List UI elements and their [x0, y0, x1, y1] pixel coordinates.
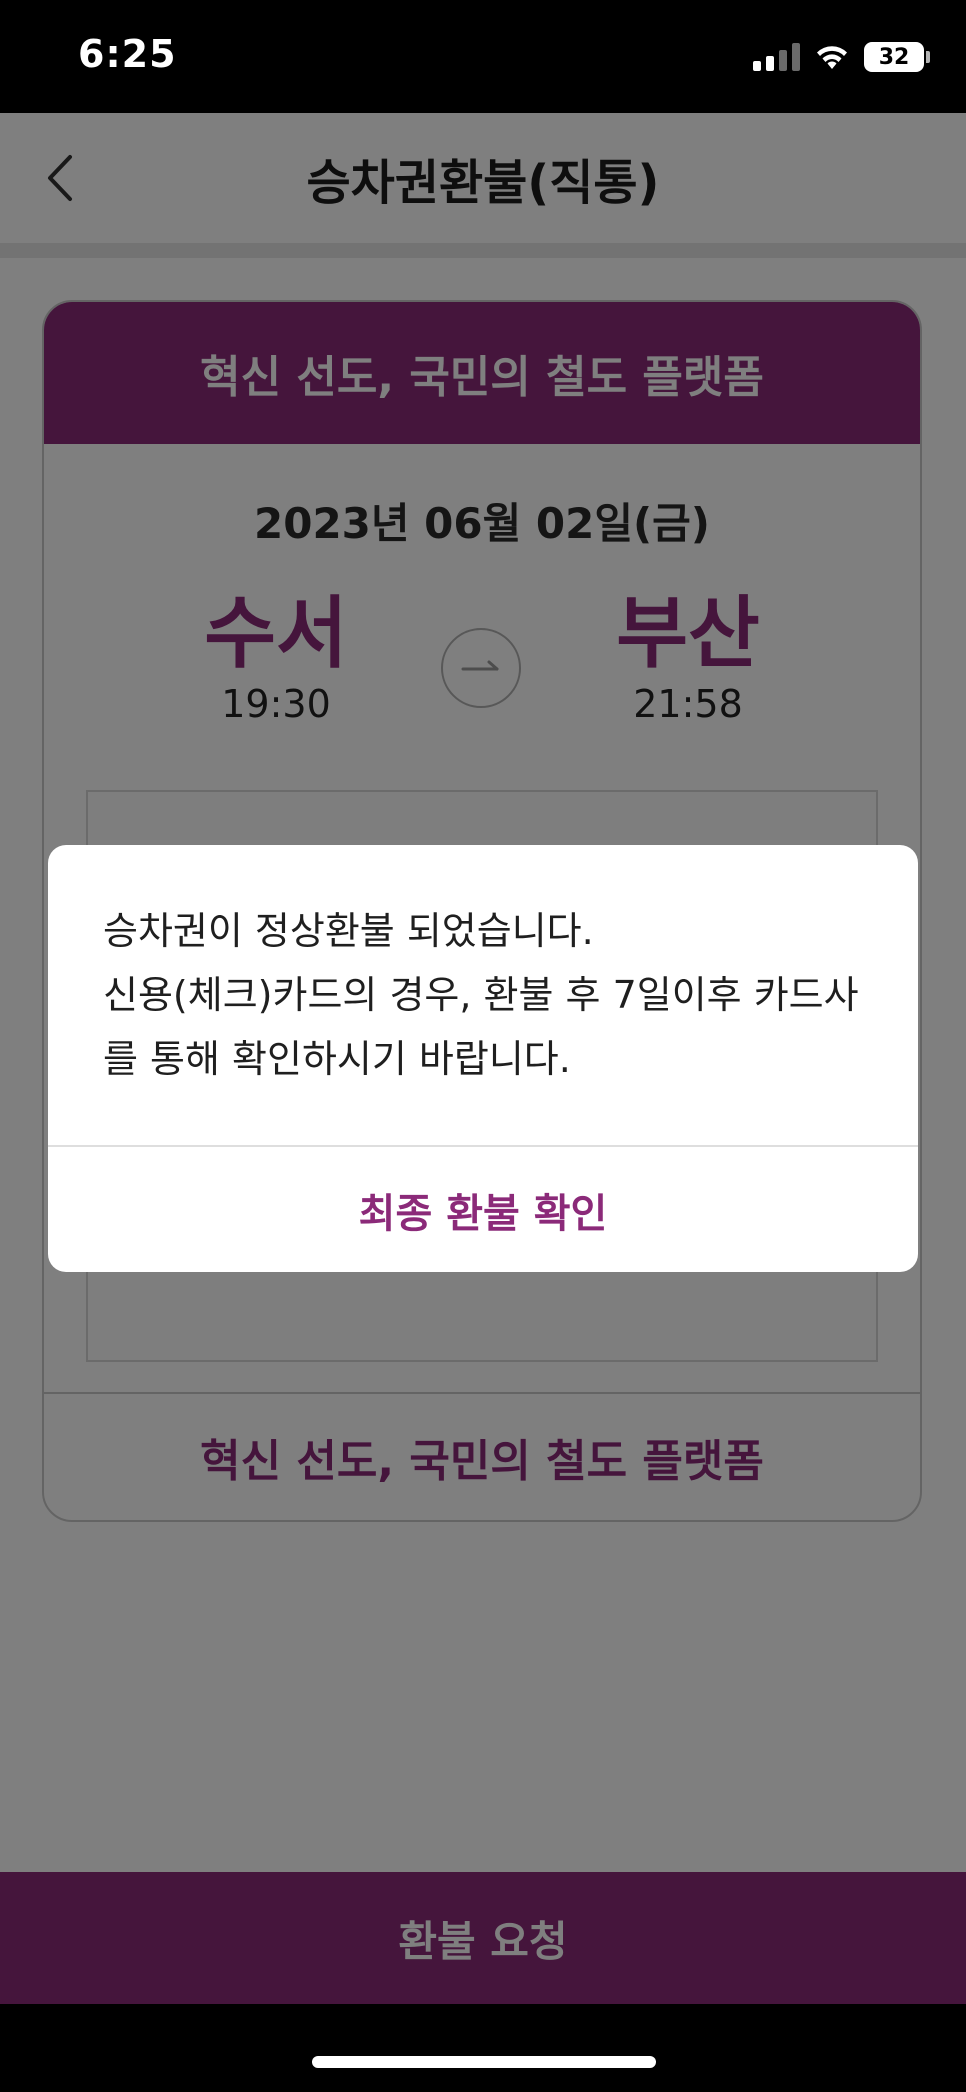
refund-complete-dialog: 승차권이 정상환불 되었습니다. 신용(체크)카드의 경우, 환불 후 7일이후… [48, 845, 918, 1272]
status-time: 6:25 [78, 32, 177, 76]
battery-level: 32 [864, 42, 924, 72]
dialog-message: 승차권이 정상환불 되었습니다. 신용(체크)카드의 경우, 환불 후 7일이후… [103, 899, 873, 1091]
status-icons: 32 [753, 42, 930, 72]
cellular-signal-icon [753, 43, 800, 71]
dialog-message-line: 승차권이 정상환불 되었습니다. [103, 909, 594, 953]
confirm-refund-button[interactable]: 최종 환불 확인 [48, 1147, 918, 1272]
wifi-icon [814, 43, 850, 71]
status-bar: 6:25 32 [0, 0, 966, 113]
dialog-message-line: 를 통해 확인하시기 바랍니다. [103, 1037, 571, 1081]
battery-icon: 32 [864, 42, 930, 72]
dialog-message-line: 신용(체크)카드의 경우, 환불 후 7일이후 카드사 [103, 973, 859, 1017]
home-indicator[interactable] [312, 2056, 656, 2068]
home-indicator-area [0, 2004, 966, 2092]
